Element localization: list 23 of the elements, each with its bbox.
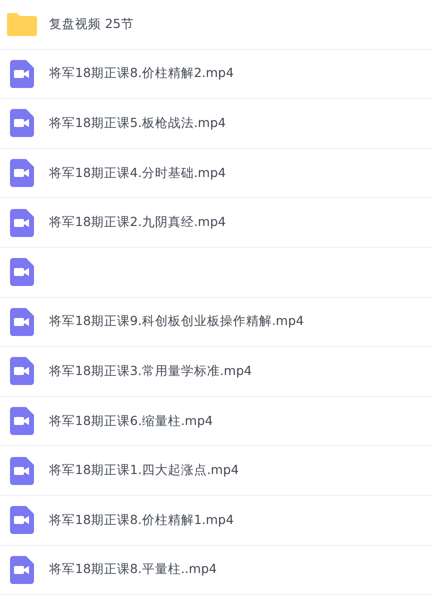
video-file-icon xyxy=(10,506,34,534)
file-name[interactable]: 将军18期正课8.价柱精解2.mp4 xyxy=(49,65,234,82)
video-file-icon xyxy=(10,159,34,188)
file-name[interactable]: 将军18期正课5.板枪战法.mp4 xyxy=(49,114,226,132)
video-file-icon xyxy=(10,60,34,88)
file-name[interactable]: 将军18期正课2.九阴真经.mp4 xyxy=(49,214,226,232)
video-file-icon xyxy=(10,258,34,286)
file-name[interactable]: 将军18期正课8.价柱精解1.mp4 xyxy=(49,512,234,529)
video-file-icon xyxy=(10,407,34,436)
video-file-icon xyxy=(10,556,34,584)
video-file-icon xyxy=(10,308,34,336)
video-file-icon xyxy=(10,109,34,138)
folder-name[interactable]: 复盘视频 25节 xyxy=(49,16,134,33)
file-name[interactable]: 将军18期正课6.缩量柱.mp4 xyxy=(49,412,213,430)
file-name[interactable]: 将军18期正课8.平量柱..mp4 xyxy=(49,561,217,578)
video-file-icon xyxy=(10,208,34,237)
video-file-icon xyxy=(10,456,34,485)
file-name[interactable]: 将军18期正课3.常用量学标准.mp4 xyxy=(49,362,252,380)
file-name[interactable]: 将军18期正课4.分时基础.mp4 xyxy=(49,164,226,182)
video-file-icon xyxy=(10,357,34,386)
file-name[interactable]: 将军18期正课9.科创板创业板操作精解.mp4 xyxy=(49,313,304,330)
folder-icon xyxy=(7,12,37,36)
file-name[interactable]: 将军18期正课1.四大起涨点.mp4 xyxy=(49,462,239,480)
